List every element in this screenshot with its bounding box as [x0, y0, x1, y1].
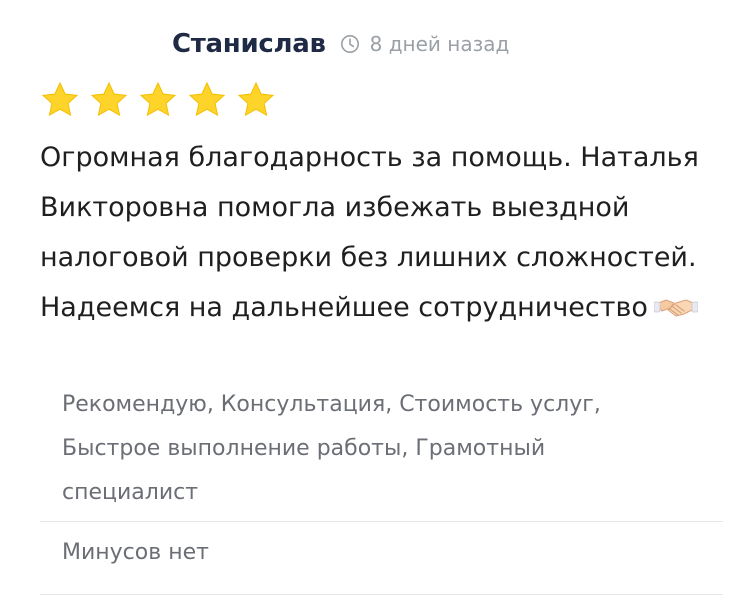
- pros-line: Быстрое выполнение работы, Грамотный: [62, 436, 546, 461]
- review-header: Станислав 8 дней назад: [172, 24, 509, 64]
- pros-line: специалист: [62, 480, 199, 505]
- review-card: Станислав 8 дней назад Огромная благодар…: [0, 0, 733, 600]
- clock-icon: [340, 35, 359, 53]
- review-text-line: Огромная благодарность за помощь. Наталь…: [40, 142, 699, 173]
- rating-stars: [40, 80, 285, 120]
- divider: [40, 521, 723, 522]
- star-icon: [41, 81, 79, 117]
- pros-line: Рекомендую, Консультация, Стоимость услу…: [62, 392, 601, 417]
- review-text-line: Надеемся на дальнейшее сотрудничество: [40, 292, 648, 323]
- divider: [40, 594, 723, 595]
- review-text-line: налоговой проверки без лишних сложностей…: [40, 242, 697, 273]
- star-icon: [139, 81, 177, 117]
- review-text-line: Викторовна помогла избежать выездной: [40, 192, 630, 223]
- handshake-icon: [653, 299, 698, 317]
- pros-tags: Рекомендую, Консультация, Стоимость услу…: [62, 383, 642, 515]
- star-icon: [188, 81, 226, 117]
- cons-text: Минусов нет: [62, 540, 209, 565]
- author-name[interactable]: Станислав: [172, 29, 326, 59]
- review-text: Огромная благодарность за помощь. Наталь…: [40, 133, 710, 333]
- star-icon: [237, 81, 275, 117]
- review-time: 8 дней назад: [369, 32, 510, 56]
- star-icon: [90, 81, 128, 117]
